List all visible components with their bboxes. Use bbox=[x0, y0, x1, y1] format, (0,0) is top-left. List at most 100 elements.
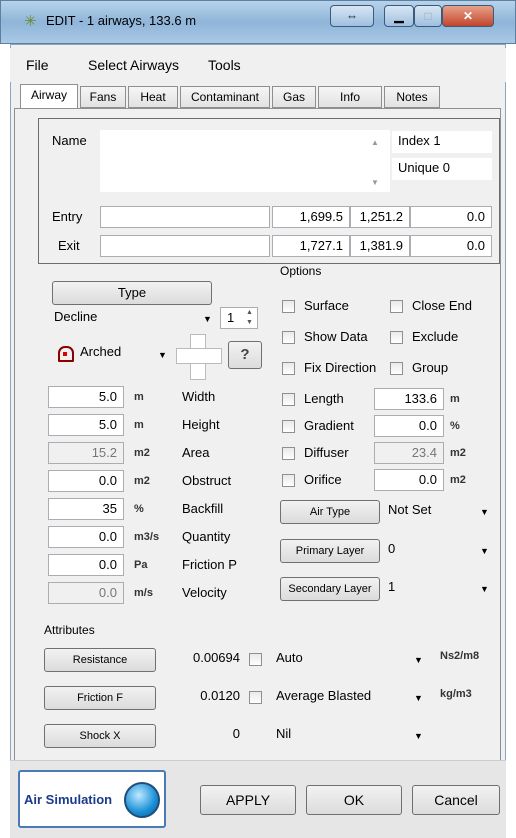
tab-notes[interactable]: Notes bbox=[384, 86, 440, 108]
maximize-button[interactable]: □ bbox=[414, 5, 442, 27]
group-checkbox[interactable] bbox=[390, 362, 403, 375]
entry-field[interactable] bbox=[100, 206, 270, 228]
friction-p-field[interactable]: 0.0 bbox=[48, 554, 124, 576]
restore-button[interactable]: ⇔ bbox=[330, 5, 374, 27]
arched-shape-dot bbox=[63, 352, 67, 356]
friction-f-checkbox[interactable] bbox=[249, 691, 262, 704]
spin-arrows-icon[interactable]: ▲ ▼ bbox=[246, 308, 253, 328]
close-button[interactable]: ✕ bbox=[442, 5, 494, 27]
ok-button[interactable]: OK bbox=[306, 785, 402, 815]
friction-p-unit: Pa bbox=[134, 559, 148, 571]
tab-gas[interactable]: Gas bbox=[272, 86, 316, 108]
resistance-value[interactable]: 0.00694 bbox=[158, 648, 246, 670]
friction-f-value[interactable]: 0.0120 bbox=[158, 686, 246, 708]
secondary-layer-button[interactable]: Secondary Layer bbox=[280, 577, 380, 601]
primary-layer-value: 0 bbox=[388, 541, 396, 556]
quantity-field[interactable]: 0.0 bbox=[48, 526, 124, 548]
velocity-field: 0.0 bbox=[48, 582, 124, 604]
close-icon: ✕ bbox=[462, 9, 474, 23]
exit-field[interactable] bbox=[100, 235, 270, 257]
shape-value[interactable]: Arched bbox=[80, 344, 121, 359]
menu-file[interactable]: File bbox=[26, 57, 49, 73]
exit-z-field[interactable]: 0.0 bbox=[410, 235, 492, 257]
length-unit: m bbox=[450, 393, 460, 405]
fix-direction-checkbox[interactable] bbox=[282, 362, 295, 375]
entry-x-field[interactable]: 1,699.5 bbox=[272, 206, 350, 228]
exit-y-field[interactable]: 1,381.9 bbox=[350, 235, 410, 257]
shock-x-dropdown[interactable]: Nil bbox=[270, 724, 428, 746]
quantity-unit: m3/s bbox=[134, 531, 160, 543]
resistance-unit: Ns2/m8 bbox=[440, 650, 480, 662]
air-type-button[interactable]: Air Type bbox=[280, 500, 380, 524]
length-label: Length bbox=[304, 391, 344, 406]
exclude-checkbox[interactable] bbox=[390, 331, 403, 344]
primary-layer-button[interactable]: Primary Layer bbox=[280, 539, 380, 563]
close-end-label: Close End bbox=[412, 298, 472, 313]
diffuser-checkbox[interactable] bbox=[282, 447, 295, 460]
quantity-label: Quantity bbox=[182, 529, 231, 544]
shape-chevron-icon[interactable]: ▼ bbox=[158, 350, 167, 360]
length-field[interactable]: 133.6 bbox=[374, 388, 444, 410]
primary-layer-chevron-icon: ▼ bbox=[480, 546, 489, 556]
tab-info[interactable]: Info bbox=[318, 86, 382, 108]
area-unit: m2 bbox=[134, 447, 150, 459]
fan-icon: ✳ bbox=[24, 13, 37, 30]
primary-layer-dropdown[interactable]: 0 bbox=[382, 539, 494, 561]
orifice-field[interactable]: 0.0 bbox=[374, 469, 444, 491]
scroll-up-icon[interactable]: ▲ bbox=[371, 138, 379, 147]
cancel-button[interactable]: Cancel bbox=[412, 785, 500, 815]
menu-tools[interactable]: Tools bbox=[208, 57, 241, 73]
entry-z-field[interactable]: 0.0 bbox=[410, 206, 492, 228]
direction-cross-icon[interactable] bbox=[176, 334, 222, 380]
resistance-dropdown[interactable]: Auto bbox=[270, 648, 428, 670]
resistance-checkbox[interactable] bbox=[249, 653, 262, 666]
friction-p-label: Friction P bbox=[182, 557, 237, 572]
entry-y-field[interactable]: 1,251.2 bbox=[350, 206, 410, 228]
friction-f-button[interactable]: Friction F bbox=[44, 686, 156, 710]
show-data-checkbox[interactable] bbox=[282, 331, 295, 344]
exit-x-field[interactable]: 1,727.1 bbox=[272, 235, 350, 257]
maximize-icon: □ bbox=[424, 9, 432, 23]
resistance-button[interactable]: Resistance bbox=[44, 648, 156, 672]
shock-x-value[interactable]: 0 bbox=[158, 724, 246, 746]
minimize-icon: ▁ bbox=[394, 9, 404, 23]
diffuser-field: 23.4 bbox=[374, 442, 444, 464]
help-button[interactable]: ? bbox=[228, 341, 262, 369]
orifice-unit: m2 bbox=[450, 474, 466, 486]
simulation-status-icon[interactable] bbox=[124, 782, 160, 818]
width-field[interactable]: 5.0 bbox=[48, 386, 124, 408]
length-checkbox[interactable] bbox=[282, 393, 295, 406]
name-field[interactable] bbox=[100, 130, 390, 192]
shock-x-button[interactable]: Shock X bbox=[44, 724, 156, 748]
menu-select-airways[interactable]: Select Airways bbox=[88, 57, 179, 73]
apply-button[interactable]: APPLY bbox=[200, 785, 296, 815]
index-field: Index 1 bbox=[392, 131, 492, 153]
tab-heat[interactable]: Heat bbox=[128, 86, 178, 108]
height-field[interactable]: 5.0 bbox=[48, 414, 124, 436]
tab-contaminant[interactable]: Contaminant bbox=[180, 86, 270, 108]
orifice-checkbox[interactable] bbox=[282, 474, 295, 487]
secondary-layer-value: 1 bbox=[388, 579, 396, 594]
type-button[interactable]: Type bbox=[52, 281, 212, 305]
exclude-label: Exclude bbox=[412, 329, 459, 344]
obstruct-unit: m2 bbox=[134, 475, 150, 487]
diffuser-unit: m2 bbox=[450, 447, 466, 459]
resize-arrows-icon: ⇔ bbox=[346, 9, 358, 23]
type-dropdown[interactable]: Decline bbox=[48, 307, 216, 329]
width-label: Width bbox=[182, 389, 216, 404]
minimize-button[interactable]: ▁ bbox=[384, 5, 414, 27]
close-end-checkbox[interactable] bbox=[390, 300, 403, 313]
friction-f-dropdown[interactable]: Average Blasted bbox=[270, 686, 428, 708]
air-type-dropdown[interactable]: Not Set bbox=[382, 500, 494, 522]
gradient-checkbox[interactable] bbox=[282, 420, 295, 433]
scroll-down-icon[interactable]: ▼ bbox=[371, 178, 379, 187]
backfill-field[interactable]: 35 bbox=[48, 498, 124, 520]
tab-airway[interactable]: Airway bbox=[20, 84, 78, 108]
gradient-field[interactable]: 0.0 bbox=[374, 415, 444, 437]
secondary-layer-dropdown[interactable]: 1 bbox=[382, 577, 494, 599]
tab-fans[interactable]: Fans bbox=[80, 86, 126, 108]
obstruct-field[interactable]: 0.0 bbox=[48, 470, 124, 492]
height-label: Height bbox=[182, 417, 220, 432]
surface-checkbox[interactable] bbox=[282, 300, 295, 313]
orifice-label: Orifice bbox=[304, 472, 342, 487]
